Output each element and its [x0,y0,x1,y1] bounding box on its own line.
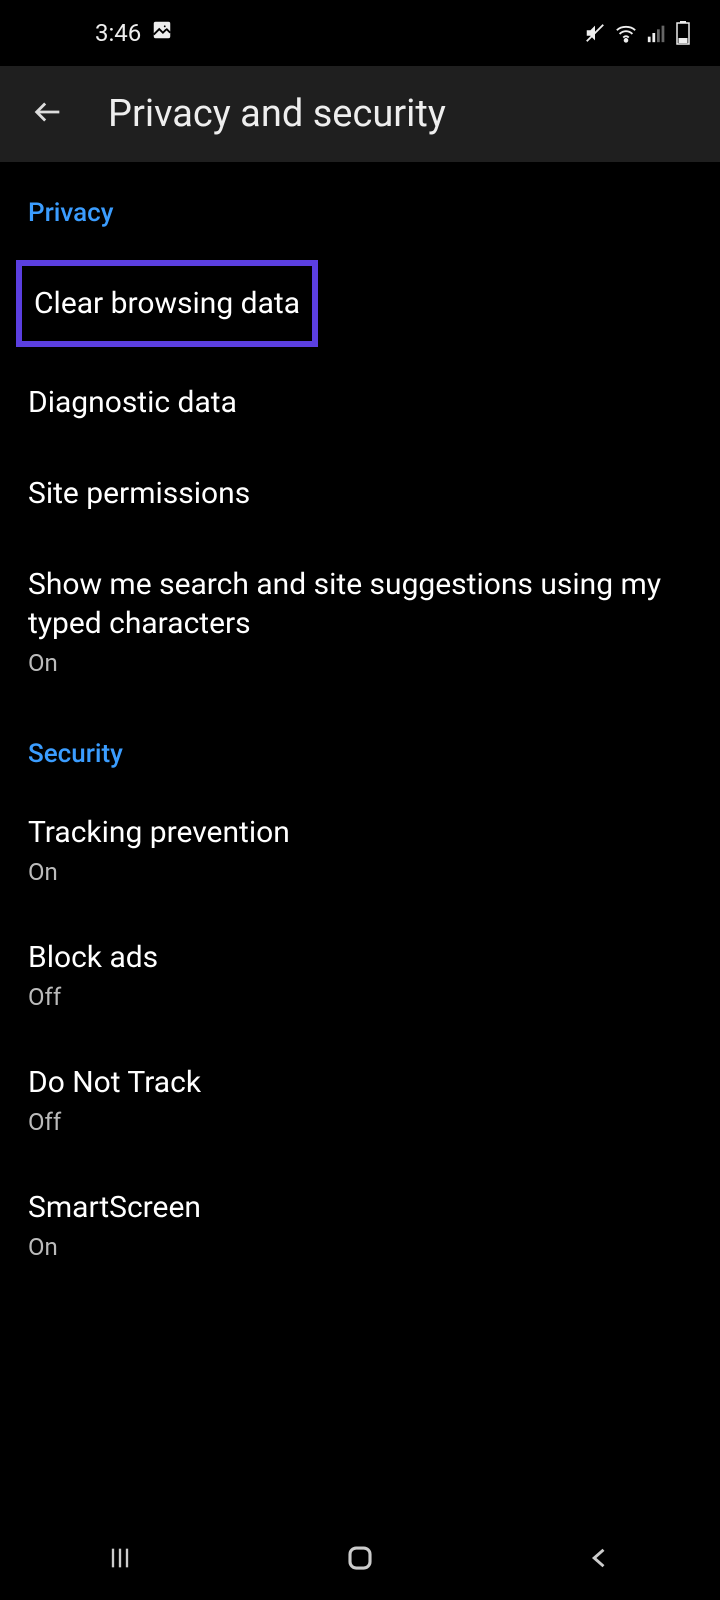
item-diagnostic-data[interactable]: Diagnostic data [28,357,692,448]
status-time: 3:46 [95,19,141,47]
page-title: Privacy and security [108,92,446,136]
gallery-icon [151,19,173,47]
nav-back-button[interactable] [570,1530,630,1590]
item-clear-browsing-data[interactable]: Clear browsing data [28,246,692,357]
system-nav-bar [0,1520,720,1600]
content: Privacy Clear browsing data Diagnostic d… [0,162,720,1287]
home-button[interactable] [330,1530,390,1590]
item-smartscreen[interactable]: SmartScreen On [28,1162,692,1287]
item-value: On [28,858,692,886]
back-button[interactable] [28,94,68,134]
signal-icon [646,22,668,44]
item-title: Site permissions [28,474,692,513]
item-title: Tracking prevention [28,813,692,852]
item-value: Off [28,983,692,1011]
chevron-left-icon [586,1544,614,1576]
item-title: Show me search and site suggestions usin… [28,565,692,643]
item-title: Do Not Track [28,1063,692,1102]
recents-button[interactable] [90,1530,150,1590]
item-do-not-track[interactable]: Do Not Track Off [28,1037,692,1162]
status-right [584,21,690,45]
battery-icon [676,21,690,45]
item-title: Clear browsing data [34,286,300,321]
item-value: On [28,649,692,677]
item-tracking-prevention[interactable]: Tracking prevention On [28,787,692,912]
home-icon [345,1543,375,1577]
status-left: 3:46 [95,19,173,47]
app-bar: Privacy and security [0,66,720,162]
section-header-security: Security [28,703,692,787]
mute-icon [584,22,606,44]
highlight-box: Clear browsing data [16,260,318,347]
item-value: On [28,1233,692,1261]
wifi-icon [614,22,638,44]
recents-icon [106,1544,134,1576]
item-value: Off [28,1108,692,1136]
item-block-ads[interactable]: Block ads Off [28,912,692,1037]
item-site-permissions[interactable]: Site permissions [28,448,692,539]
item-title: Diagnostic data [28,383,692,422]
item-title: Block ads [28,938,692,977]
status-bar: 3:46 [0,0,720,66]
section-header-privacy: Privacy [28,162,692,246]
arrow-left-icon [31,95,65,133]
item-search-suggestions[interactable]: Show me search and site suggestions usin… [28,539,692,703]
item-title: SmartScreen [28,1188,692,1227]
